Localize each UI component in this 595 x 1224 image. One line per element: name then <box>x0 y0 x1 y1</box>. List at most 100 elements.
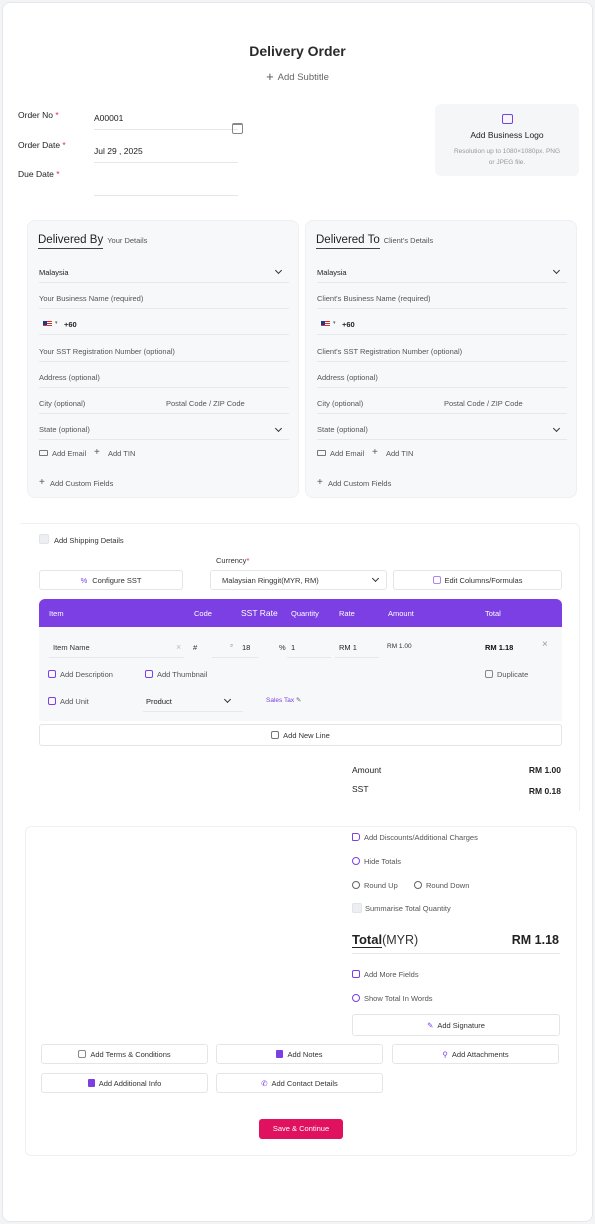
pen-icon: ✎ <box>427 1021 434 1030</box>
grand-total-value: RM 1.18 <box>511 933 559 947</box>
grand-total-label: Total(MYR) <box>352 932 418 948</box>
add-contact-details-button[interactable]: ✆ Add Contact Details <box>216 1073 383 1093</box>
amount-total: RM 1.00 <box>528 765 561 775</box>
configure-sst-button[interactable]: % Configure SST <box>39 570 183 590</box>
sst-number-input[interactable]: Your SST Registration Number (optional) <box>39 347 175 356</box>
plus-icon: + <box>317 477 323 488</box>
table-icon <box>432 576 441 584</box>
col-rate: Rate <box>339 609 355 618</box>
business-name-input[interactable]: Your Business Name (required) <box>39 294 143 303</box>
add-thumbnail-button[interactable]: Add Thumbnail <box>145 670 207 679</box>
save-continue-button[interactable]: Save & Continue <box>259 1119 343 1139</box>
quantity-input[interactable]: 1 <box>291 643 295 652</box>
logo-upload-hint-2: or JPEG file. <box>488 159 526 166</box>
sales-tax-link[interactable]: Sales Tax ✎ <box>266 696 301 704</box>
address-input[interactable]: Address (optional) <box>39 373 100 382</box>
plus-box-icon <box>48 670 56 678</box>
remove-row-icon[interactable]: × <box>542 639 548 650</box>
add-tin-button[interactable]: Add TIN <box>108 449 135 458</box>
add-description-button[interactable]: Add Description <box>48 670 113 679</box>
currency-label: Currency* <box>216 556 249 565</box>
add-additional-info-button[interactable]: Add Additional Info <box>41 1073 208 1093</box>
edit-columns-button[interactable]: Edit Columns/Formulas <box>393 570 562 590</box>
show-total-words-label: Show Total In Words <box>364 994 433 1003</box>
business-logo-upload[interactable]: Add Business Logo Resolution up to 1080×… <box>435 104 579 176</box>
malaysia-flag-icon[interactable] <box>321 321 330 327</box>
delivered-by-country-select[interactable]: Malaysia <box>39 268 69 277</box>
sales-tax-label: Sales Tax <box>266 697 295 704</box>
show-total-words-button[interactable]: Show Total In Words <box>352 994 433 1003</box>
divider <box>39 282 289 283</box>
divider <box>317 334 567 335</box>
client-phone-input[interactable]: +60 <box>342 320 355 329</box>
email-icon <box>39 450 48 456</box>
client-address-input[interactable]: Address (optional) <box>317 373 378 382</box>
divider <box>39 387 289 388</box>
add-subtitle-button[interactable]: + Add Subtitle <box>3 69 592 84</box>
divider <box>39 334 289 335</box>
client-add-tin-button[interactable]: Add TIN <box>386 449 413 458</box>
client-add-email-button[interactable]: Add Email <box>330 449 364 458</box>
add-discounts-label: Add Discounts/Additional Charges <box>364 833 478 842</box>
add-more-fields-label: Add More Fields <box>364 970 419 979</box>
add-attachments-button[interactable]: ⚲ Add Attachments <box>392 1044 559 1064</box>
plus-box-icon <box>352 970 360 978</box>
client-business-name-input[interactable]: Client's Business Name (required) <box>317 294 431 303</box>
plus-box-icon <box>271 731 280 739</box>
rate-input[interactable]: RM 1 <box>339 643 357 652</box>
divider <box>317 387 567 388</box>
add-new-line-label: Add New Line <box>283 731 330 740</box>
currency-select[interactable]: Malaysian Ringgit(MYR, RM) <box>210 570 387 590</box>
add-custom-fields-button[interactable]: Add Custom Fields <box>50 479 113 488</box>
chevron-small-icon: ▾ <box>55 320 58 326</box>
shipping-checkbox[interactable] <box>39 534 49 544</box>
code-input[interactable]: # <box>193 643 197 652</box>
divider <box>287 657 331 658</box>
add-more-fields-button[interactable]: Add More Fields <box>352 970 419 979</box>
summarise-quantity-checkbox[interactable] <box>352 903 362 913</box>
add-unit-label: Add Unit <box>60 697 89 706</box>
postal-code-input[interactable]: Postal Code / ZIP Code <box>166 399 245 408</box>
client-state-select[interactable]: State (optional) <box>317 425 368 434</box>
client-postal-code-input[interactable]: Postal Code / ZIP Code <box>444 399 523 408</box>
chevron-down-icon <box>223 695 232 704</box>
plus-box-icon <box>78 1050 87 1058</box>
product-type-select[interactable]: Product <box>146 697 172 706</box>
sst-rate-input[interactable]: 18 <box>242 643 250 652</box>
due-date-label: Due Date * <box>18 169 60 179</box>
add-discounts-button[interactable]: Add Discounts/Additional Charges <box>352 833 478 842</box>
add-contact-details-label: Add Contact Details <box>271 1079 338 1088</box>
add-unit-button[interactable]: Add Unit <box>48 697 89 706</box>
round-up-label: Round Up <box>364 881 398 890</box>
city-input[interactable]: City (optional) <box>39 399 85 408</box>
round-up-button[interactable]: Round Up <box>352 881 398 890</box>
order-date-underline <box>94 162 238 163</box>
tag-icon <box>352 833 360 841</box>
col-item: Item <box>49 609 64 618</box>
divider <box>317 361 567 362</box>
clear-icon[interactable]: × <box>176 642 181 652</box>
client-sst-number-input[interactable]: Client's SST Registration Number (option… <box>317 347 462 356</box>
round-down-button[interactable]: Round Down <box>414 881 469 890</box>
add-terms-button[interactable]: Add Terms & Conditions <box>41 1044 208 1064</box>
state-select[interactable]: State (optional) <box>39 425 90 434</box>
calendar-icon[interactable] <box>232 123 243 134</box>
item-name-input[interactable]: Item Name <box>53 643 90 652</box>
add-signature-button[interactable]: ✎ Add Signature <box>352 1014 560 1036</box>
order-no-input[interactable]: A00001 <box>94 113 123 123</box>
due-date-input[interactable] <box>94 195 238 196</box>
order-date-input[interactable]: Jul 29 , 2025 <box>94 146 143 156</box>
hide-totals-button[interactable]: Hide Totals <box>352 857 401 866</box>
page-title[interactable]: Delivery Order <box>3 43 592 59</box>
delivered-by-title: Delivered By <box>38 234 104 249</box>
client-city-input[interactable]: City (optional) <box>317 399 363 408</box>
delivered-by-card: Delivered By Your Details Malaysia Your B… <box>27 220 299 498</box>
phone-input[interactable]: +60 <box>64 320 77 329</box>
add-notes-button[interactable]: Add Notes <box>216 1044 383 1064</box>
delivered-to-country-select[interactable]: Malaysia <box>317 268 347 277</box>
add-new-line-button[interactable]: Add New Line <box>39 724 562 746</box>
duplicate-button[interactable]: Duplicate <box>485 670 528 679</box>
client-add-custom-fields-button[interactable]: Add Custom Fields <box>328 479 391 488</box>
add-email-button[interactable]: Add Email <box>52 449 86 458</box>
malaysia-flag-icon[interactable] <box>43 321 52 327</box>
